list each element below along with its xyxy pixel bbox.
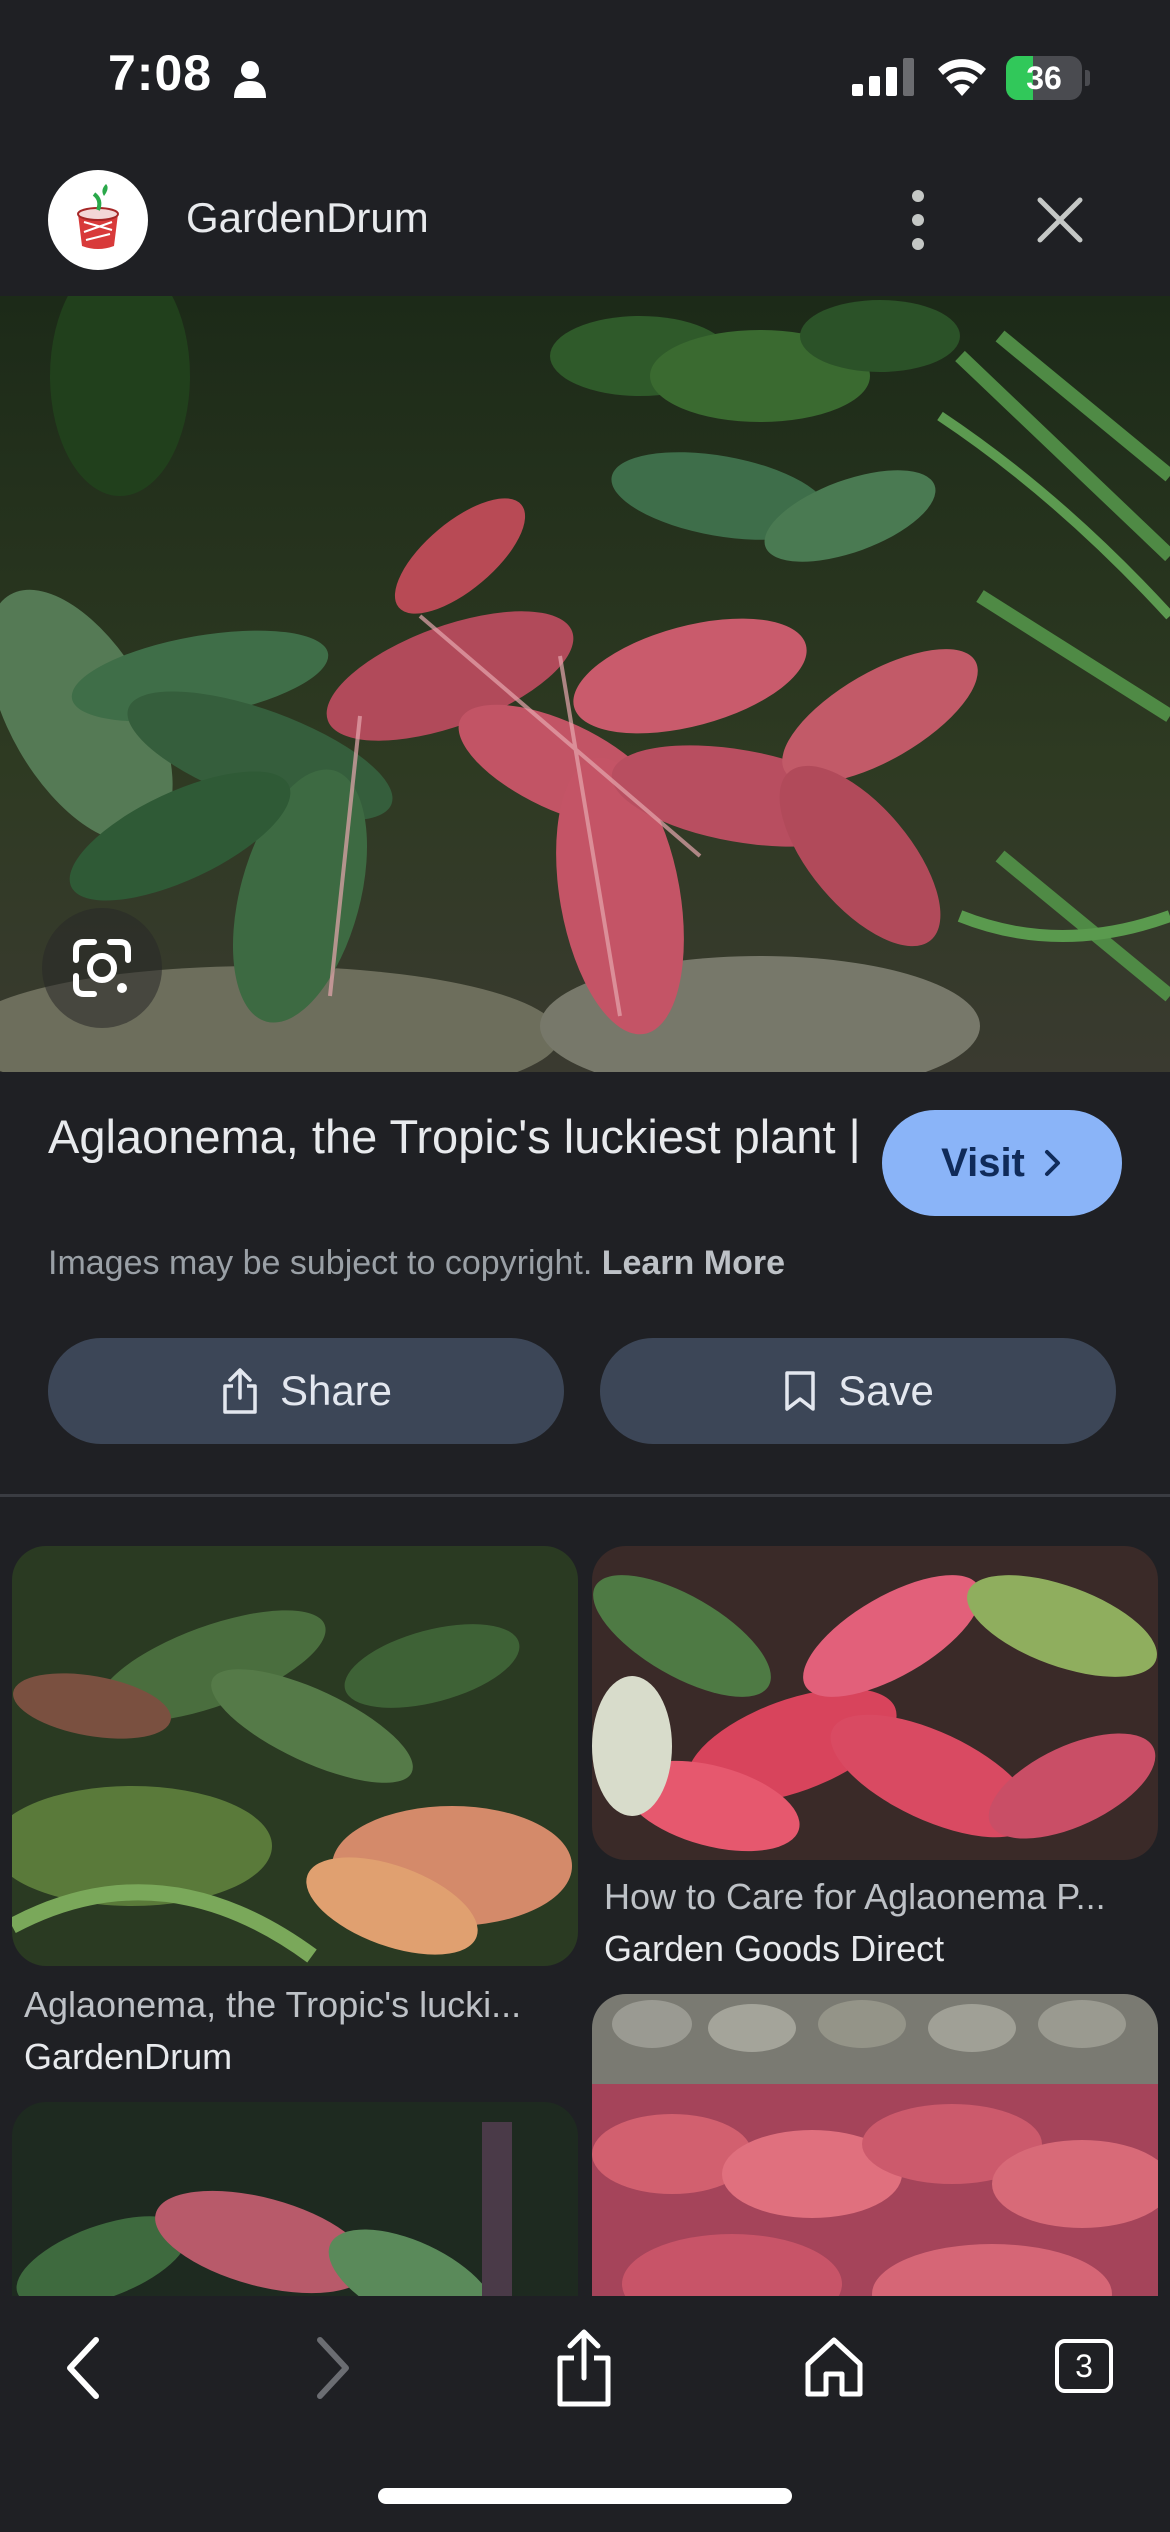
cellular-signal-icon	[852, 58, 914, 96]
share-icon	[223, 1368, 257, 1414]
tabs-button[interactable]: 3	[1054, 2338, 1114, 2394]
close-icon[interactable]	[1034, 194, 1086, 246]
share-label: Share	[279, 1367, 393, 1414]
related-source: Garden Goods Direct	[604, 1928, 945, 1969]
battery-level: 36	[1026, 60, 1062, 96]
drum-logo-icon	[77, 184, 119, 249]
copyright-text: Images may be subject to copyright.	[48, 1244, 593, 1282]
hero-image[interactable]	[0, 296, 1170, 1072]
bookmark-icon	[785, 1371, 815, 1411]
related-image	[592, 1546, 1158, 1860]
google-lens-button[interactable]	[42, 908, 162, 1028]
home-indicator	[378, 2488, 792, 2504]
related-image	[12, 1546, 578, 1966]
bottom-toolbar: 3	[0, 2296, 1170, 2532]
save-button[interactable]: Save	[600, 1338, 1116, 1444]
share-icon[interactable]	[552, 2326, 616, 2410]
result-title[interactable]: Aglaonema, the Tropic's luckiest plant |	[48, 1104, 868, 1170]
tabs-count: 3	[1075, 2348, 1093, 2384]
wifi-icon	[938, 59, 986, 96]
site-header: GardenDrum	[0, 140, 1170, 296]
status-bar: 7:08 36	[0, 0, 1170, 140]
learn-more-link[interactable]: Learn More	[602, 1244, 785, 1282]
back-icon[interactable]	[58, 2330, 108, 2406]
related-caption[interactable]: Aglaonema, the Tropic's lucki...	[24, 1984, 572, 2026]
site-name[interactable]: GardenDrum	[186, 194, 429, 242]
aglaonema-garden-photo	[0, 296, 1170, 1072]
visit-label: Visit	[941, 1140, 1025, 1185]
save-label: Save	[838, 1367, 934, 1414]
copyright-notice: Images may be subject to copyright. Lear…	[48, 1244, 785, 1283]
google-lens-icon	[73, 939, 131, 997]
related-image-tile[interactable]	[12, 1546, 578, 1966]
site-logo[interactable]	[48, 170, 148, 270]
divider	[0, 1494, 1170, 1497]
battery-icon: 36	[1006, 56, 1090, 100]
related-source: GardenDrum	[24, 2036, 233, 2077]
share-button[interactable]: Share	[48, 1338, 564, 1444]
more-vertical-icon[interactable]	[900, 184, 936, 256]
home-icon[interactable]	[802, 2334, 866, 2398]
status-time: 7:08	[108, 45, 213, 101]
chevron-right-icon	[1044, 1150, 1060, 1176]
person-icon	[234, 61, 266, 98]
visit-button[interactable]: Visit	[882, 1110, 1122, 1216]
related-image-tile[interactable]	[592, 1546, 1158, 1860]
related-caption[interactable]: How to Care for Aglaonema P...	[604, 1876, 1152, 1918]
forward-icon[interactable]	[308, 2330, 358, 2406]
